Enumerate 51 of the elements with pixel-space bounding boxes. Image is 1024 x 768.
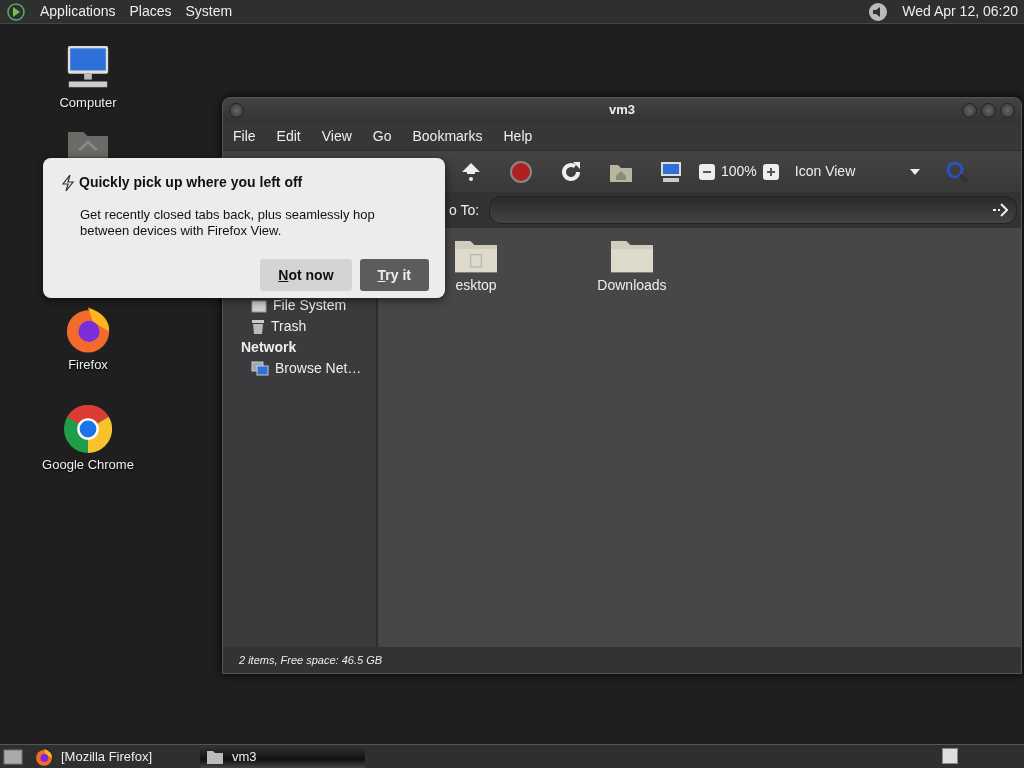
panel-menu[interactable]: System xyxy=(185,1,233,22)
icon-label[interactable]: Computer xyxy=(59,92,117,113)
task-button[interactable]: [Mozilla Firefox] xyxy=(29,745,194,768)
menu-item[interactable]: View xyxy=(321,125,352,147)
workspace-switcher[interactable] xyxy=(942,748,958,764)
view-selector[interactable]: Icon View xyxy=(794,161,922,182)
show-desktop-icon[interactable] xyxy=(3,747,23,766)
menu-logo-icon[interactable] xyxy=(6,1,26,22)
sidebar-item[interactable]: File System xyxy=(241,296,376,315)
sidebar-heading: Network xyxy=(241,338,298,357)
menu-item[interactable]: File xyxy=(233,125,256,147)
icon-label[interactable]: Google Chrome xyxy=(42,455,134,475)
sidebar-item[interactable]: Trash xyxy=(241,317,376,336)
try-button[interactable]: Try it xyxy=(359,259,429,291)
menu-item[interactable]: Edit xyxy=(276,125,301,147)
reload-icon[interactable] xyxy=(559,159,583,184)
location-label: o To: xyxy=(449,200,480,220)
folder-icon xyxy=(610,238,654,274)
popup-title: Quickly pick up where you left off xyxy=(79,173,303,192)
menu-item[interactable]: Go xyxy=(372,125,392,147)
menu-item[interactable]: Help xyxy=(503,125,533,147)
status-bar: 2 items, Free space: 46.5 GB xyxy=(223,647,1021,673)
zoom-level: 100% xyxy=(721,162,757,181)
computer-icon[interactable] xyxy=(659,159,683,184)
file-label[interactable]: esktop xyxy=(455,275,497,297)
go-arrow-icon[interactable] xyxy=(992,203,1008,217)
network-icon xyxy=(251,360,269,377)
firefox-icon xyxy=(64,305,112,353)
firefox-icon xyxy=(35,747,53,766)
zoom-in-icon[interactable] xyxy=(762,163,779,180)
chrome-icon xyxy=(64,405,112,453)
panel-menu[interactable]: Places xyxy=(129,1,172,22)
speaker-icon[interactable] xyxy=(868,1,889,22)
clock[interactable]: Wed Apr 12, 06:20 xyxy=(902,1,1018,22)
maximize-button[interactable] xyxy=(981,102,996,118)
popup-message: Get recently closed tabs back, plus seamlessly hop between devices with Firefox View. xyxy=(80,207,376,239)
icon-label[interactable]: Firefox xyxy=(68,355,108,375)
stop-icon[interactable] xyxy=(509,159,533,184)
location-field[interactable] xyxy=(489,196,1017,224)
drive-icon xyxy=(251,298,267,313)
trash-icon xyxy=(251,318,265,335)
zoom-out-icon[interactable] xyxy=(699,163,715,180)
window-title: vm3 xyxy=(609,102,635,118)
panel-menu[interactable]: Applications xyxy=(40,1,116,22)
sidebar-item[interactable]: Browse Net… xyxy=(241,359,376,378)
caret-icon xyxy=(909,167,922,176)
lightning-icon xyxy=(61,173,75,192)
file-label[interactable]: Downloads xyxy=(597,275,667,297)
dismiss-button[interactable]: Not now xyxy=(260,259,352,291)
menu-item[interactable]: Bookmarks xyxy=(412,125,483,147)
folder-icon xyxy=(454,238,498,274)
